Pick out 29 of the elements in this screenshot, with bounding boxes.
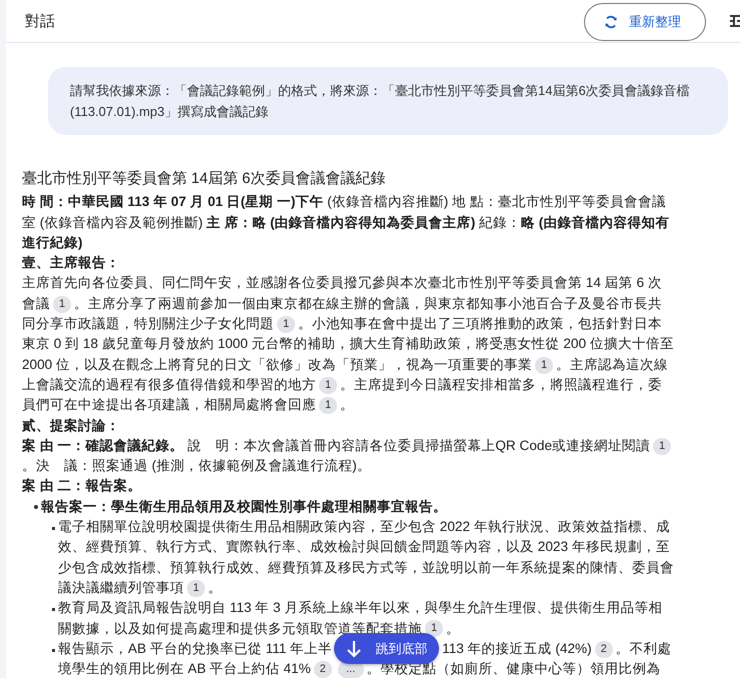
- refresh-button[interactable]: 重新整理: [584, 2, 706, 40]
- citation-chip[interactable]: 1: [425, 620, 443, 638]
- bullet-icon: [52, 527, 55, 530]
- bullet-icon: [34, 504, 38, 509]
- bullet-icon: [52, 608, 55, 612]
- arrow-down-icon: [346, 640, 362, 658]
- citation-chip[interactable]: 1: [277, 316, 295, 333]
- panel-icon[interactable]: [728, 12, 740, 30]
- citation-chip[interactable]: 1: [319, 376, 337, 394]
- citation-chip[interactable]: 1: [653, 438, 672, 455]
- section-heading: 案 由 二：報告案。: [22, 477, 143, 496]
- bullet-icon: [52, 648, 55, 652]
- minutes-title: 臺北市性別平等委員會第 14屆第 6次委員會議會議紀錄: [22, 169, 386, 189]
- list-item: 報告案一：學生衛生用品領用及校園性別事件處理相關事宜報告。: [41, 498, 447, 516]
- citation-chip[interactable]: 1: [187, 580, 205, 597]
- section-heading: 壹、主席報告：: [22, 254, 121, 272]
- user-message: 請幫我依據來源：「會議記錄範例」的格式，將來源：「臺北市性別平等委員會第14屆第6次委員會議錄音檔(113.07.01).mp3」撰寫成會議記錄: [48, 67, 728, 135]
- refresh-icon: [603, 14, 619, 30]
- citation-chip[interactable]: 2: [594, 640, 613, 658]
- citation-chip[interactable]: 2: [314, 661, 332, 678]
- paragraph: 時 間：中華民國 113 年 07 月 01 日(星期 一)下午 (依錄音檔內容推斷) 地 點：臺北市性別平等委員會會議室 (依錄音檔內容及範例推斷) 主 席：略 (由錄音檔內容得知為委員會主席) 紀錄：略 (由錄音檔內容得知有進行紀錄): [22, 193, 670, 252]
- paragraph: 案 由 一：確認會議紀錄。 說 明：本次會議首冊內容請各位委員掃描螢幕上QR Code或連接網址閱讀 1 。決 議：照案通過 (推測，依據範例及會議進行流程)。: [22, 436, 674, 476]
- paragraph: 主席首先向各位委員、同仁問午安，並感謝各位委員撥冗參與本次臺北市性別平等委員會第 14 屆第 6 次會議 1 。主席分享了兩週前參加一個由東京都在線主辦的會議，與東京都知事小池百合子及曼谷市長共同分享市政議題，特別關注少子女化問題 1 。小池知事在會中提出了三項將推動的政策，包括針對日本東京 0 到 18 歲兒童每月發放約 1000 元台幣的補助，擴大生育補助政策，將受惠女性從 200 位擴大十倍至 2000 位，以及在觀念上將育兒的日文「欲修」改為「預業」，視為一項重要的事業 1 。主席認為這次線上會議交流的過程有很多值得借鏡和學習的地方 1 。主席提到今日議程安排相當多，將照議程進行，委員們可在中途提出各項建議，相關局處將會回應 1 。: [22, 274, 674, 416]
- section-heading: 貳、提案討論：: [22, 416, 121, 435]
- list-item: 電子相關單位說明校園提供衛生用品相關政策內容，至少包含 2022 年執行狀況、政策效益指標、成效、經費預算、執行方式、實際執行率、成效檢討與回饋金問題等內容，以及 2023 年移民規劃，至少包含成效指標、預算執行成效、經費預算及移民方式等，並說明以前一年系統提案的陳情、委員會議決議繼續列管事項 1 。: [58, 518, 674, 598]
- citation-chip[interactable]: 1: [319, 397, 337, 414]
- citation-chip[interactable]: 1: [535, 356, 554, 374]
- panel-title: 對話: [25, 12, 56, 30]
- citation-chip[interactable]: 1: [53, 296, 71, 313]
